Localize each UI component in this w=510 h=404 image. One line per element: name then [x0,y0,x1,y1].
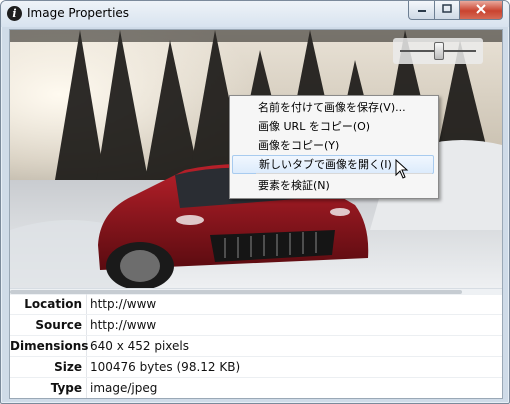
property-value: image/jpeg [90,381,158,395]
property-label: Location [24,297,82,311]
property-label: Source [35,318,82,332]
maximize-button[interactable] [435,1,460,20]
property-value: 640 x 452 pixels [90,339,190,353]
info-icon: i [7,6,22,21]
minimize-button[interactable] [408,1,435,20]
menu-item-save-image[interactable]: 名前を付けて画像を保存(V)... [232,98,434,117]
property-value: http://www [90,297,157,311]
property-value: 100476 bytes (98.12 KB) [90,360,241,374]
zoom-slider[interactable] [393,38,483,64]
window-controls [408,1,503,21]
close-button[interactable] [460,1,503,20]
minimize-icon [417,5,427,16]
property-row-dimensions: Dimensions 640 x 452 pixels [10,336,502,357]
property-row-type: Type image/jpeg [10,378,502,398]
close-icon [476,3,486,17]
zoom-handle[interactable] [434,42,444,60]
property-label: Type [50,381,82,395]
properties-client-area: Location http://www Source http://www Di… [9,29,503,399]
maximize-icon [442,4,452,16]
property-label: Dimensions [10,339,89,353]
mouse-pointer-icon [395,158,409,182]
menu-item-copy-image-url[interactable]: 画像 URL をコピー(O) [232,117,434,136]
context-menu: 名前を付けて画像を保存(V)... 画像 URL をコピー(O) 画像をコピー(… [229,95,439,199]
property-row-location: Location http://www [10,294,502,315]
menu-item-copy-image[interactable]: 画像をコピー(Y) [232,136,434,155]
property-label: Size [54,360,82,374]
property-value: http://www [90,318,157,332]
title-bar[interactable]: i Image Properties [1,1,509,27]
property-row-source: Source http://www [10,315,502,336]
window-title: Image Properties [27,6,130,20]
property-row-size: Size 100476 bytes (98.12 KB) [10,357,502,378]
image-properties-window: i Image Properties Location http://www S… [0,0,510,404]
